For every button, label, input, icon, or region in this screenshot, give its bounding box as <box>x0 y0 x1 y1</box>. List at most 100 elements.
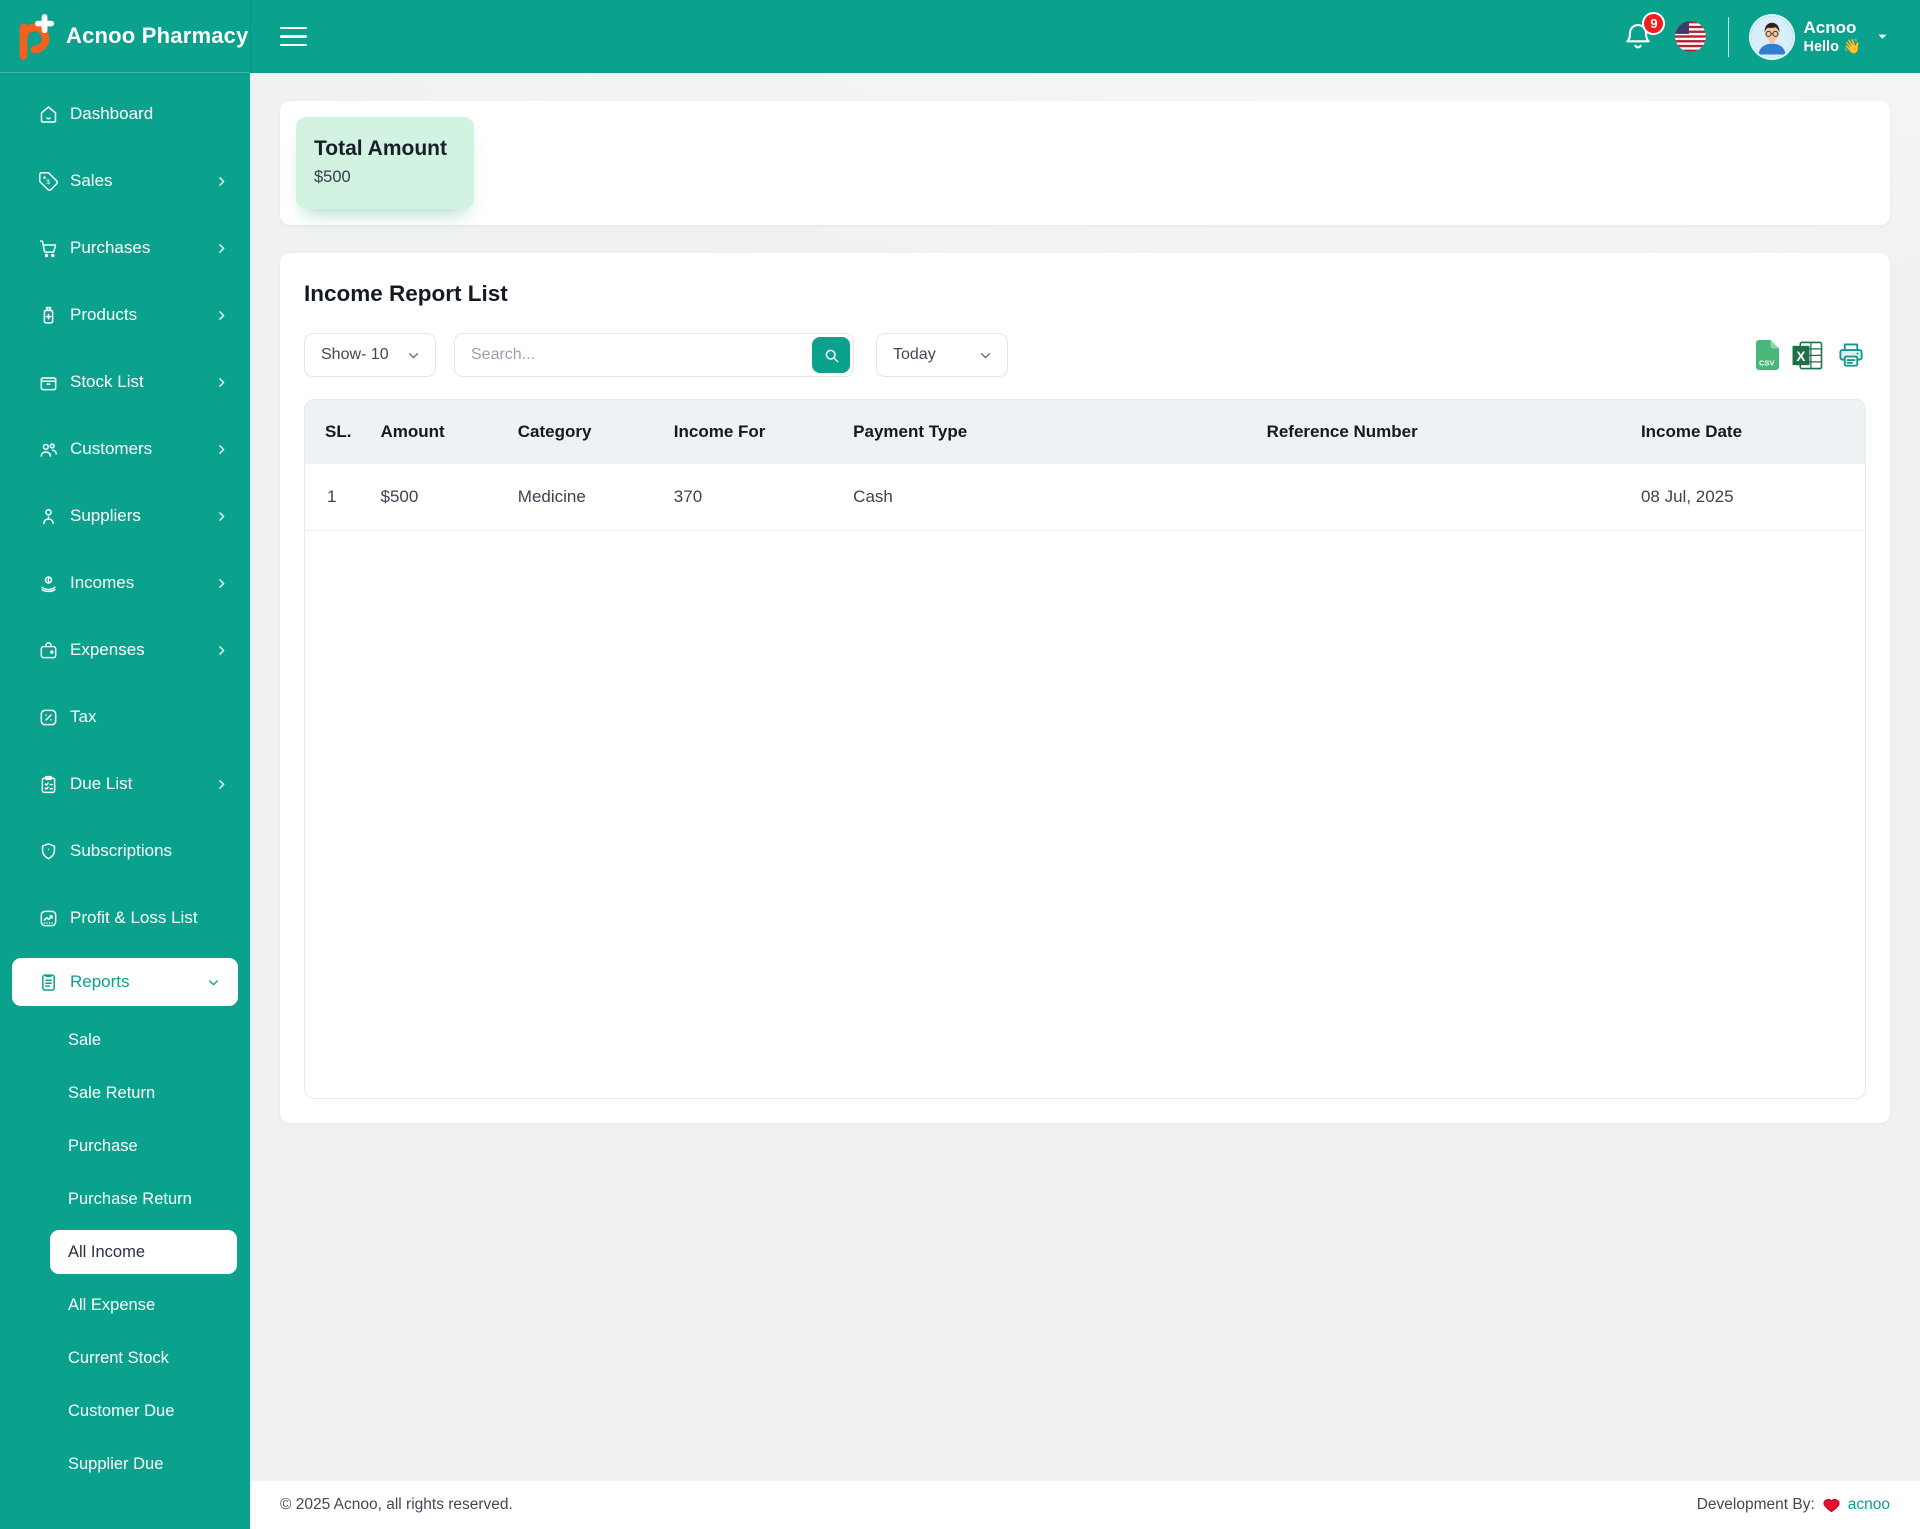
sidebar-subitem-all-income[interactable]: All Income <box>50 1230 237 1274</box>
sidebar-item-label: Sales <box>70 171 113 190</box>
search-input[interactable] <box>454 333 854 377</box>
chevron-right-icon <box>213 240 230 257</box>
chevron-down-icon <box>1875 29 1890 44</box>
income-table: SL. Amount Category Income For Payment Type R… <box>304 399 1866 1099</box>
users-icon <box>38 439 59 460</box>
avatar <box>1751 15 1794 58</box>
clipboard-check-icon <box>38 774 59 795</box>
sidebar-subitem-sale-return[interactable]: Sale Return <box>50 1071 237 1115</box>
search-button[interactable] <box>812 337 850 373</box>
sidebar-item-label: Purchases <box>70 238 151 257</box>
user-text: Acnoo Hello 👋 <box>1803 18 1861 55</box>
date-filter-select[interactable]: Today <box>876 333 1008 377</box>
sidebar-item-reports[interactable]: Reports <box>12 958 238 1006</box>
table-cell: Medicine <box>507 464 664 531</box>
sidebar-subitem-supplier-due[interactable]: Supplier Due <box>50 1442 237 1486</box>
sidebar-item-label: Reports <box>70 972 130 991</box>
sidebar-item-purchases[interactable]: Purchases <box>0 221 250 275</box>
chevron-right-icon <box>213 307 230 324</box>
shield-icon <box>38 841 59 862</box>
table-row: 1 $500 Medicine 370 Cash 08 Jul, 2025 <box>305 464 1865 531</box>
sidebar-subitem-purchase-return[interactable]: Purchase Return <box>50 1177 237 1221</box>
wallet-icon <box>38 640 59 661</box>
user-name: Acnoo <box>1803 17 1857 37</box>
sidebar-item-due-list[interactable]: Due List <box>0 757 250 811</box>
sidebar-item-label: Stock List <box>70 372 144 391</box>
chevron-right-icon <box>213 776 230 793</box>
search-box <box>454 333 854 377</box>
sidebar-subitem-purchase[interactable]: Purchase <box>50 1124 237 1168</box>
heart-icon <box>1822 1496 1841 1514</box>
table-cell: 08 Jul, 2025 <box>1630 464 1865 531</box>
brand[interactable]: Acnoo Pharmacy <box>0 0 250 73</box>
app-root: Acnoo Pharmacy Dashboard $ Sales Purchases P… <box>0 0 1920 1529</box>
table-controls: Show- 10 Today <box>304 333 1866 377</box>
sidebar-item-stock-list[interactable]: Stock List <box>0 355 250 409</box>
topbar-right: 9 Acnoo Hello 👋 <box>1623 11 1890 58</box>
sidebar-item-label: Dashboard <box>70 104 154 123</box>
table-cell: Cash <box>843 464 1257 531</box>
sidebar-item-label: Suppliers <box>70 506 141 525</box>
table-cell: $500 <box>370 464 508 531</box>
user-greeting: Hello 👋 <box>1803 38 1861 56</box>
sidebar-item-profit-loss-list[interactable]: Profit & Loss List <box>0 891 250 945</box>
sidebar-item-label: Tax <box>70 707 97 726</box>
user-menu[interactable]: Acnoo Hello 👋 <box>1751 15 1890 58</box>
main-area: 9 Acnoo Hello 👋 Total Amount $500 Income… <box>250 0 1920 1529</box>
sidebar-item-label: Customers <box>70 439 153 458</box>
table-cell <box>1256 464 1631 531</box>
cart-icon <box>38 238 59 259</box>
menu-toggle-button[interactable] <box>280 26 307 47</box>
pharmacy-logo-icon <box>13 12 57 60</box>
table-cell: 370 <box>663 464 844 531</box>
coin-hand-icon <box>38 573 59 594</box>
sidebar-item-label: Expenses <box>70 640 145 659</box>
footer: © 2025 Acnoo, all rights reserved. Devel… <box>250 1481 1920 1529</box>
chevron-right-icon <box>213 374 230 391</box>
sidebar-subitem-customer-due[interactable]: Customer Due <box>50 1389 237 1433</box>
chevron-right-icon <box>213 642 230 659</box>
svg-text:CSV: CSV <box>1759 359 1774 368</box>
total-amount-title: Total Amount <box>314 137 447 160</box>
chevron-right-icon <box>213 173 230 190</box>
sidebar-item-dashboard[interactable]: Dashboard <box>0 87 250 141</box>
developer-link[interactable]: acnoo <box>1848 1496 1890 1514</box>
sidebar-subitem-all-expense[interactable]: All Expense <box>50 1283 237 1327</box>
chevron-down-icon <box>405 347 422 364</box>
chevron-right-icon <box>213 508 230 525</box>
bottle-icon <box>38 305 59 326</box>
chevron-right-icon <box>213 441 230 458</box>
column-header-reference-number: Reference Number <box>1256 400 1631 464</box>
sidebar-item-sales[interactable]: $ Sales <box>0 154 250 208</box>
sidebar-item-subscriptions[interactable]: Subscriptions <box>0 824 250 878</box>
printer-export-button[interactable] <box>1836 340 1866 370</box>
sidebar-subitem-current-stock[interactable]: Current Stock <box>50 1336 237 1380</box>
copyright-text: © 2025 Acnoo, all rights reserved. <box>280 1496 513 1513</box>
wave-emoji: 👋 <box>1842 39 1861 56</box>
sidebar-nav: Dashboard $ Sales Purchases Products Stock Li… <box>0 73 250 1529</box>
sidebar-subitem-sale[interactable]: Sale <box>50 1018 237 1062</box>
person-icon <box>38 506 59 527</box>
column-header-income-for: Income For <box>663 400 844 464</box>
sidebar-item-expenses[interactable]: Expenses <box>0 623 250 677</box>
table-body: 1 $500 Medicine 370 Cash 08 Jul, 2025 <box>305 464 1865 531</box>
sidebar-item-tax[interactable]: Tax <box>0 690 250 744</box>
sidebar-item-customers[interactable]: Customers <box>0 422 250 476</box>
notifications-button[interactable]: 9 <box>1623 11 1666 52</box>
developer-credit: Development By: acnoo <box>1696 1496 1890 1514</box>
sidebar-item-products[interactable]: Products <box>0 288 250 342</box>
usa-flag-icon[interactable] <box>1675 21 1707 52</box>
chevron-right-icon <box>213 575 230 592</box>
excel-file-export-button[interactable]: X <box>1792 341 1823 370</box>
show-entries-select[interactable]: Show- 10 <box>304 333 436 377</box>
csv-file-export-button[interactable]: CSV <box>1754 340 1779 370</box>
income-report-card: Income Report List Show- 10 Search... To… <box>280 253 1890 1123</box>
search-icon <box>822 346 841 365</box>
column-header-income-date: Income Date <box>1630 400 1865 464</box>
export-buttons: CSV X <box>1754 340 1866 370</box>
summary-card-container: Total Amount $500 <box>280 101 1890 225</box>
sidebar-item-suppliers[interactable]: Suppliers <box>0 489 250 543</box>
printer-icon <box>1836 340 1866 370</box>
sidebar-item-incomes[interactable]: Incomes <box>0 556 250 610</box>
topbar: 9 Acnoo Hello 👋 <box>250 0 1920 73</box>
